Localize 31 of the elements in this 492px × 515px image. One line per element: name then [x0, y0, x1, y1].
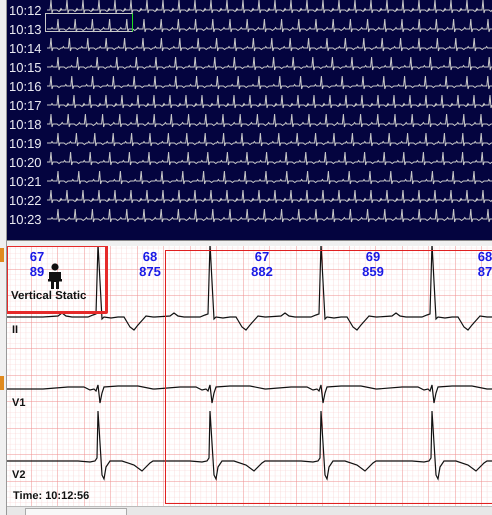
rr-interval: 882 [251, 264, 273, 279]
time-label: 10:18 [8, 116, 43, 132]
heart-rate: 69 [366, 249, 380, 264]
time-label: 10:19 [8, 136, 43, 150]
scroll-thumb[interactable] [25, 508, 127, 515]
scrollbar[interactable] [7, 506, 492, 515]
time-label: 10:22 [8, 192, 43, 208]
heart-rate: 67 [254, 249, 270, 264]
seated-person-icon [46, 263, 64, 291]
time-label: 10:14 [8, 40, 43, 56]
heart-rate: 68 [142, 249, 158, 264]
time-label: 10:21 [8, 174, 43, 188]
heart-rate: 68 [478, 249, 492, 264]
time-label: 10:23 [8, 212, 43, 226]
heart-rate: 67 [30, 249, 44, 264]
lead-label: V2 [12, 469, 26, 481]
selection-frame[interactable] [45, 13, 133, 32]
time-label: 10:13 [8, 22, 43, 36]
rr-interval: 875 [139, 264, 161, 279]
rr-interval: 89 [30, 264, 44, 279]
time-label: 10:15 [8, 60, 43, 74]
lead-label: II [12, 324, 18, 336]
rr-interval: 87 [478, 264, 492, 279]
lead-label: V1 [12, 397, 26, 409]
rr-interval: 859 [362, 264, 384, 279]
strip-time: Time: 10:12:56 [13, 490, 90, 502]
time-label: 10:16 [8, 78, 43, 94]
time-label: 10:12 [8, 2, 43, 18]
time-label: 10:17 [8, 98, 43, 112]
time-label: 10:20 [8, 154, 43, 170]
posture-label: Vertical Static [11, 290, 86, 302]
